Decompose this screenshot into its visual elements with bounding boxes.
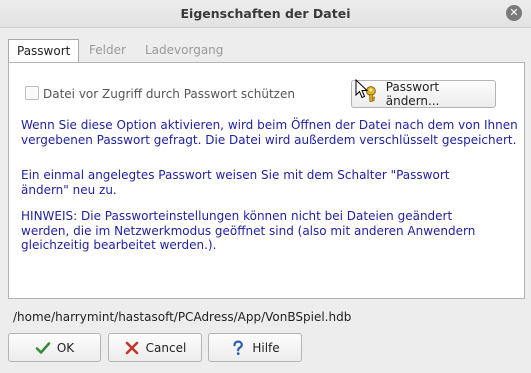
window-title: Eigenschaften der Datei (180, 6, 351, 21)
change-password-label: Passwort ändern... (385, 80, 440, 108)
password-protect-label: Datei vor Zugriff durch Passwort schütze… (43, 87, 295, 101)
checkmark-icon (35, 341, 51, 354)
help-button[interactable]: Hilfe (208, 333, 302, 362)
help-question-icon (233, 339, 244, 355)
info-paragraph-encryption: Wenn Sie diese Option aktivieren, wird b… (21, 118, 518, 147)
mouse-cursor-icon (355, 79, 369, 99)
info-paragraph-hint: HINWEIS: Die Passworteinstellungen könne… (21, 209, 476, 252)
cancel-button[interactable]: Cancel (108, 333, 202, 362)
password-panel: Datei vor Zugriff durch Passwort schütze… (8, 62, 525, 299)
title-bar: Eigenschaften der Datei ✕ (0, 0, 531, 28)
tab-ladevorgang[interactable]: Ladevorgang (145, 40, 223, 61)
cancel-label: Cancel (145, 340, 187, 355)
password-protect-checkbox[interactable] (25, 86, 39, 100)
file-path: /home/harrymint/hastasoft/PCAdress/App/V… (13, 310, 352, 324)
info-paragraph-change: Ein einmal angelegtes Passwort weisen Si… (21, 168, 450, 197)
password-protect-checkbox-row[interactable]: Datei vor Zugriff durch Passwort schütze… (25, 86, 295, 101)
ok-label: OK (56, 340, 75, 355)
change-password-button[interactable]: Passwort ändern... (351, 80, 496, 108)
ok-button[interactable]: OK (8, 333, 101, 362)
close-icon[interactable]: ✕ (506, 5, 522, 21)
tab-felder[interactable]: Felder (89, 40, 126, 61)
cancel-x-icon (125, 341, 138, 354)
tab-passwort[interactable]: Passwort (8, 39, 80, 63)
help-label: Hilfe (252, 340, 280, 355)
